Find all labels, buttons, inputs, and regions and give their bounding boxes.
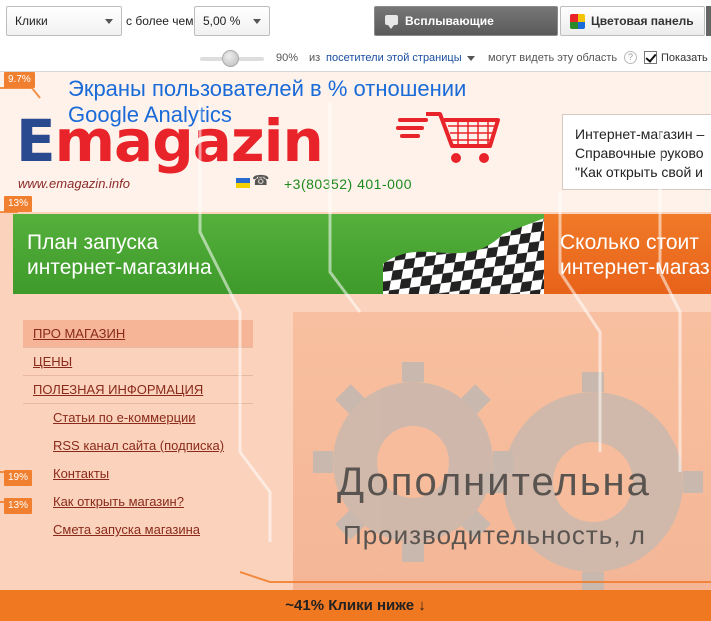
ukraine-flag-icon xyxy=(236,178,250,188)
page-preview: Emagazin www.emagazin.info ☎ +3(80352) 4… xyxy=(0,72,711,621)
site-info-box: Интернет-магазин – Справочные руково "Ка… xyxy=(562,114,711,190)
can-see-label: могут видеть эту область xyxy=(488,52,618,64)
metric-select[interactable]: Клики xyxy=(6,6,122,36)
banner-cost-line2: интернет-магаз xyxy=(560,256,710,279)
nav-item-rss[interactable]: RSS канал сайта (подписка) xyxy=(53,432,224,460)
help-icon[interactable]: ? xyxy=(624,51,637,64)
threshold-select[interactable]: 5,00 % xyxy=(194,6,270,36)
banner-launch-plan[interactable]: План запуска интернет-магазина xyxy=(13,214,555,294)
show-checkbox[interactable] xyxy=(644,51,657,64)
chevron-down-icon xyxy=(466,55,475,61)
nav-item-budget[interactable]: Смета запуска магазина xyxy=(53,516,200,544)
color-palette-icon xyxy=(570,14,585,29)
nav-item-prices[interactable]: ЦЕНЫ xyxy=(23,348,253,376)
hero-subtitle: Производительность, л xyxy=(343,520,646,550)
below-fold-label: ~41% Клики ниже ↓ xyxy=(285,597,426,614)
heatmap-badge: 9.7% xyxy=(4,72,35,88)
checkered-flag-icon xyxy=(383,214,555,294)
tooltips-button-label: Всплывающие подсказки xyxy=(405,14,494,56)
site-header: Emagazin www.emagazin.info ☎ +3(80352) 4… xyxy=(0,72,711,212)
heatmap-badge: 13% xyxy=(4,498,33,514)
site-phone: +3(80352) 401-000 xyxy=(284,176,412,192)
banner-launch-plan-line2: интернет-магазина xyxy=(27,256,212,279)
nav-item-useful-info[interactable]: ПОЛЕЗНАЯ ИНФОРМАЦИЯ xyxy=(23,376,253,404)
below-fold-indicator[interactable]: ~41% Клики ниже ↓ xyxy=(0,590,711,621)
chevron-down-icon xyxy=(105,19,113,24)
nav-item-contacts[interactable]: Контакты xyxy=(53,460,109,488)
banner-launch-plan-line1: План запуска xyxy=(27,231,159,254)
threshold-select-value: 5,00 % xyxy=(203,14,241,28)
banner-cost[interactable]: Сколько стоит интернет-магаз xyxy=(544,214,711,294)
hero-banner: Дополнительна Производительность, л xyxy=(293,312,711,592)
metric-select-value: Клики xyxy=(15,14,48,28)
slider-value: 90% xyxy=(276,52,299,64)
tooltips-button[interactable]: Всплывающие подсказки xyxy=(374,6,558,56)
nav-item-about[interactable]: ПРО МАГАЗИН xyxy=(23,320,253,348)
from-label: из xyxy=(309,52,321,64)
hero-title: Дополнительна xyxy=(337,460,651,504)
visitors-dropdown[interactable]: посетители этой страницы xyxy=(326,52,475,64)
visitors-dropdown-label: посетители этой страницы xyxy=(326,52,462,64)
toolbar-overflow-button[interactable] xyxy=(706,6,711,36)
chevron-down-icon xyxy=(253,19,261,24)
banner-cost-line1: Сколько стоит xyxy=(560,231,699,254)
show-label: Показать xyxy=(661,52,708,64)
colorbar-button[interactable]: Цветовая панель xyxy=(560,6,705,36)
colorbar-button-label: Цветовая панель xyxy=(591,14,694,28)
phone-icon: ☎ xyxy=(252,173,270,189)
heatmap-badge: 13% xyxy=(4,196,33,212)
analytics-toolbar: Клики с более чем: 5,00 % Всплывающие по… xyxy=(0,0,711,72)
speech-bubble-icon xyxy=(385,15,398,29)
nav-item-articles[interactable]: Статьи по е-коммерции xyxy=(53,404,196,432)
more-than-label: с более чем: xyxy=(126,14,197,28)
site-url: www.emagazin.info xyxy=(18,176,130,191)
visibility-slider-handle[interactable] xyxy=(222,50,239,67)
nav-item-how-to-open[interactable]: Как открыть магазин? xyxy=(53,488,184,516)
screen-resolution-title: Экраны пользователей в % отношении Googl… xyxy=(68,76,467,127)
heatmap-badge: 19% xyxy=(4,470,33,486)
